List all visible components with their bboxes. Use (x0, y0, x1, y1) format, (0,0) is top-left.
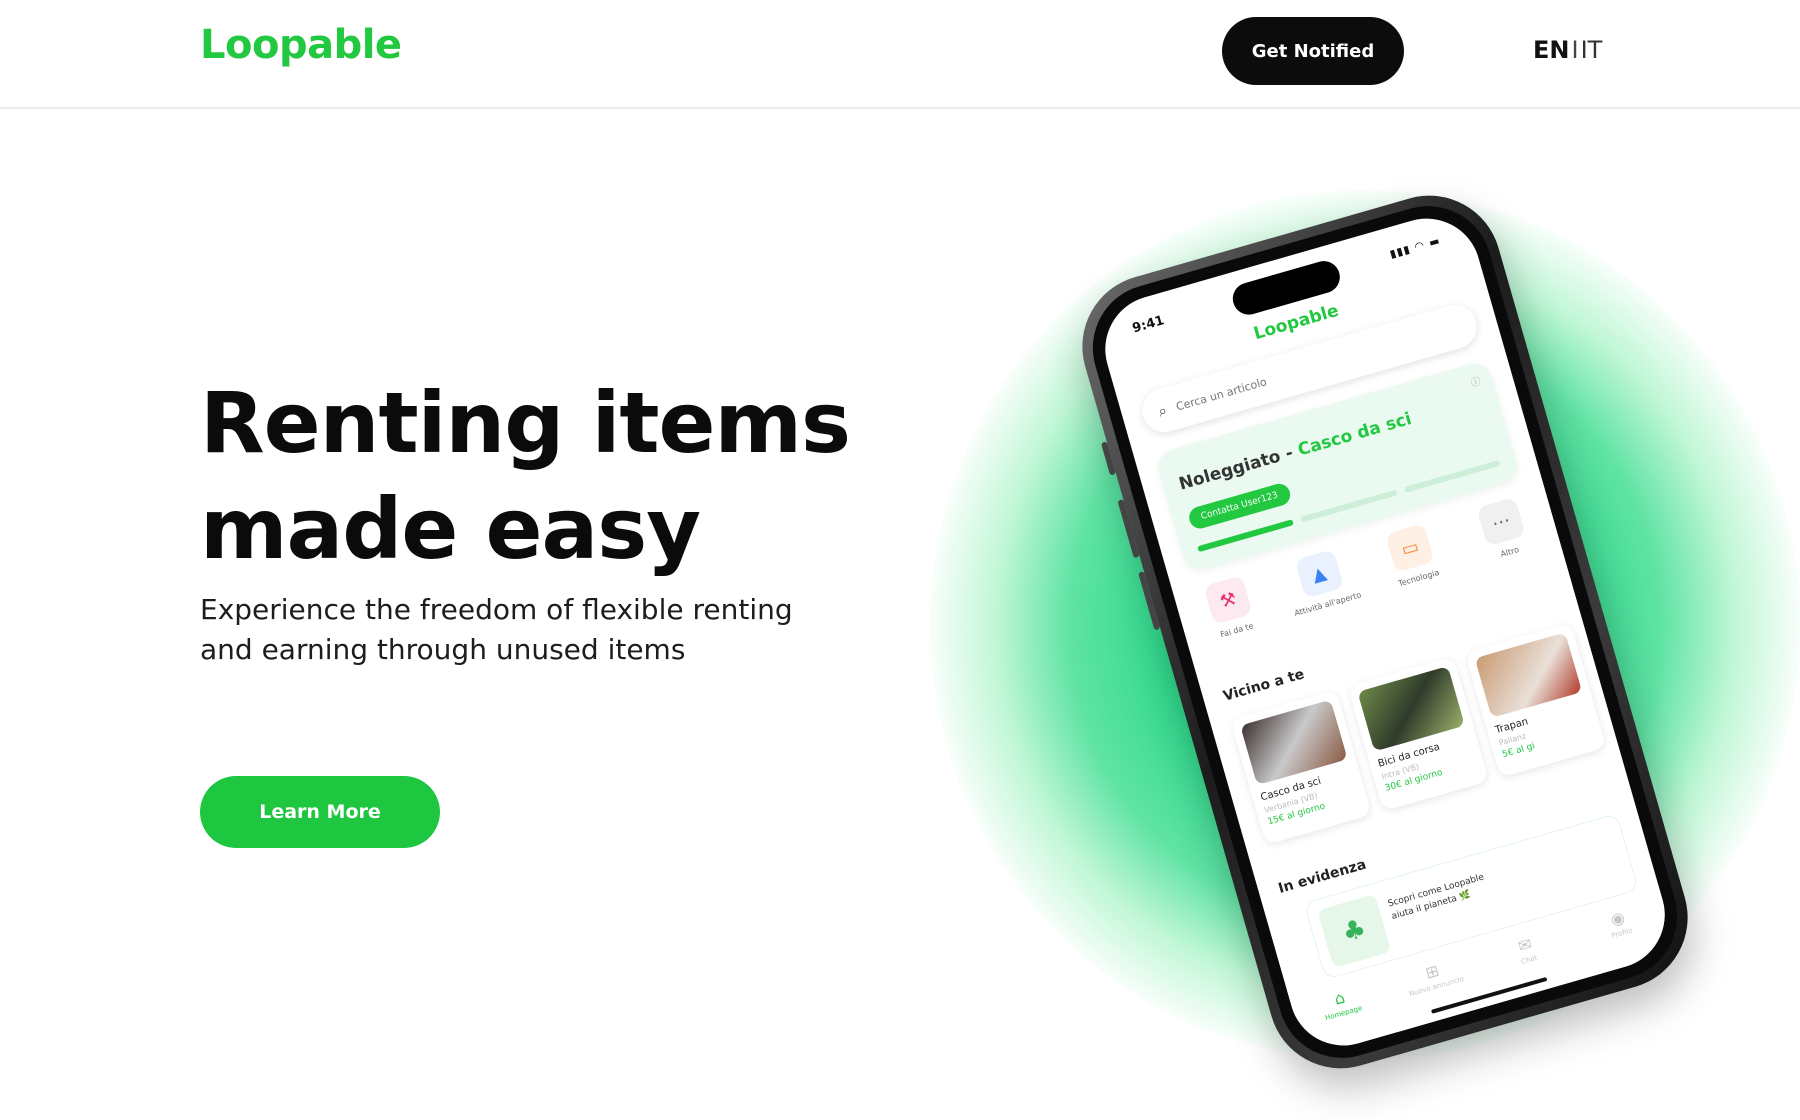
product-card[interactable]: Trapan Pallanz 5€ al gi (1464, 622, 1607, 778)
tab-new-listing[interactable]: ⊞ Nuovo annuncio (1396, 953, 1471, 1000)
category-outdoor[interactable]: ▲ Attività all'aperto (1280, 545, 1363, 619)
category-label: Attività all'aperto (1293, 590, 1363, 619)
tab-homepage[interactable]: ⌂ Homepage (1303, 979, 1378, 1026)
category-tecnologia[interactable]: ▭ Tecnologia (1371, 519, 1454, 593)
lang-it-link[interactable]: IT (1581, 36, 1603, 64)
hero-title-line2: made easy (200, 480, 701, 578)
logo[interactable]: Loopable (200, 22, 402, 68)
more-icon: ⋯ (1476, 496, 1526, 547)
progress-step (1403, 459, 1501, 494)
tab-chat[interactable]: ✉ Chat (1489, 926, 1564, 973)
category-label: Tecnologia (1397, 567, 1441, 589)
hero-subtitle-line1: Experience the freedom of flexible renti… (200, 593, 793, 626)
status-icons: ▮▮▮ ◠ ▬ (1388, 233, 1442, 261)
language-switcher: ENIIT (1533, 36, 1602, 64)
product-card[interactable]: Casco da sci Verbania (VB) 15€ al giorno (1230, 689, 1372, 846)
hero-title: Renting items made easy (200, 370, 960, 582)
nearby-list: Casco da sci Verbania (VB) 15€ al giorno… (1230, 622, 1607, 846)
hero-subtitle-line2: and earning through unused items (200, 633, 686, 666)
promo-text: Scopri come Loopable aiuta il pianeta 🌿 (1386, 872, 1486, 922)
nearby-title: Vicino a te (1221, 666, 1307, 705)
info-icon: ⓘ (1469, 376, 1483, 390)
category-altro[interactable]: ⋯ Altro (1462, 493, 1545, 567)
category-fai-da-te[interactable]: ⚒ Fai da te (1189, 571, 1272, 645)
hero-title-line1: Renting items (200, 374, 851, 472)
search-icon: ⌕ (1156, 400, 1170, 421)
lang-en-link[interactable]: EN (1533, 36, 1569, 64)
hammer-icon: ⚒ (1203, 575, 1253, 625)
rental-item: Casco da sci (1295, 408, 1414, 461)
laptop-icon: ▭ (1385, 523, 1435, 573)
top-nav: Loopable Get Notified ENIIT (0, 0, 1800, 109)
category-label: Fai da te (1219, 621, 1255, 640)
category-label: Altro (1499, 545, 1521, 559)
lang-separator: I (1571, 36, 1579, 64)
tree-icon: ♣ (1317, 893, 1392, 969)
tent-icon: ▲ (1294, 549, 1344, 599)
status-time: 9:41 (1130, 313, 1166, 337)
tab-profile[interactable]: ◉ Profilo (1581, 900, 1656, 947)
progress-step (1300, 489, 1398, 523)
hero-subtitle: Experience the freedom of flexible renti… (200, 590, 820, 670)
get-notified-button[interactable]: Get Notified (1222, 17, 1404, 85)
learn-more-button[interactable]: Learn More (200, 776, 440, 848)
product-card[interactable]: Bici da corsa Intra (VB) 30€ al giorno (1347, 656, 1490, 812)
rental-title: Noleggiato - Casco da sci (1177, 409, 1414, 495)
